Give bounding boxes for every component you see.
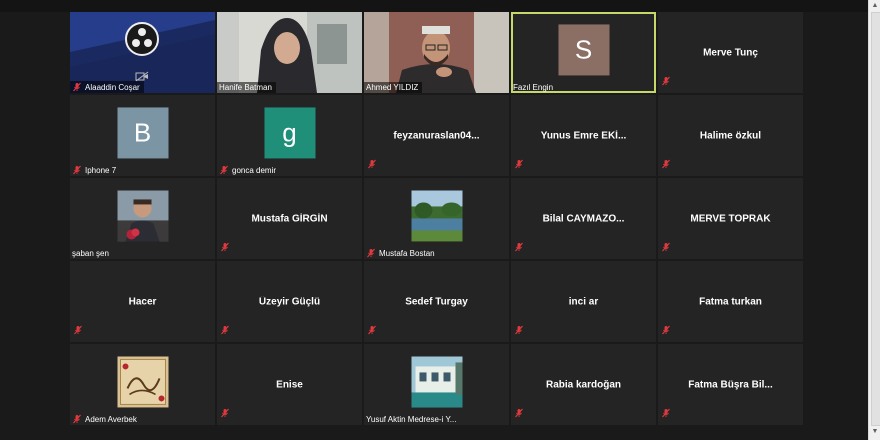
- microphone-muted-icon: [662, 76, 670, 86]
- microphone-muted-icon: [220, 165, 228, 175]
- vertical-scrollbar[interactable]: ▲ ▼: [868, 0, 880, 440]
- participant-label: Iphone 7: [70, 164, 120, 176]
- participant-label: gonca demir: [217, 164, 280, 176]
- participant-tile[interactable]: Yunus Emre EKİ...: [511, 95, 656, 176]
- participant-tile[interactable]: Hanife Batman: [217, 12, 362, 93]
- microphone-muted-icon: [368, 325, 376, 335]
- participant-name: Yusuf Aktin Medrese-i Y...: [366, 415, 457, 424]
- participant-tile[interactable]: Adem Averbek: [70, 344, 215, 425]
- meeting-top-bar: [0, 0, 868, 12]
- meeting-window: Alaaddin Coşar Hanife Batman Ahmed YILDIZ S…: [0, 0, 868, 440]
- participant-name: Fatma Büşra Bil...: [688, 379, 773, 390]
- participant-tile[interactable]: Üzeyir Güçlü: [217, 261, 362, 342]
- participant-name: Rabia kardoğan: [545, 379, 622, 390]
- participant-tile[interactable]: Alaaddin Coşar: [70, 12, 215, 93]
- microphone-muted-icon: [515, 408, 523, 418]
- participant-name: Merve Tunç: [703, 47, 758, 58]
- participant-name: Enise: [276, 379, 303, 390]
- scroll-up-arrow-icon[interactable]: ▲: [871, 2, 879, 10]
- microphone-muted-icon: [221, 408, 229, 418]
- scroll-down-arrow-icon[interactable]: ▼: [871, 428, 879, 436]
- participant-name: Yunus Emre EKİ...: [540, 130, 627, 141]
- participant-name: Fatma turkan: [699, 296, 762, 307]
- participant-tile[interactable]: Merve Tunç: [658, 12, 803, 93]
- participant-name: Üzeyir Güçlü: [258, 296, 321, 307]
- microphone-muted-icon: [368, 159, 376, 169]
- profile-picture: [411, 355, 462, 407]
- participant-tile[interactable]: feyzanuraslan04...: [364, 95, 509, 176]
- participant-name: gonca demir: [232, 165, 277, 175]
- gallery-view-grid: Alaaddin Coşar Hanife Batman Ahmed YILDIZ S…: [70, 12, 803, 426]
- participant-tile[interactable]: inci ar: [511, 261, 656, 342]
- microphone-muted-icon: [662, 159, 670, 169]
- participant-tile[interactable]: Ahmed YILDIZ: [364, 12, 509, 93]
- participant-name: MERVE TOPRAK: [690, 213, 771, 224]
- participant-label: Hanife Batman: [217, 82, 276, 93]
- participant-name: Mustafa GİRGİN: [251, 213, 328, 224]
- participant-label: Adem Averbek: [70, 413, 141, 425]
- participant-tile[interactable]: şaban şen: [70, 178, 215, 259]
- participant-tile[interactable]: g gonca demir: [217, 95, 362, 176]
- microphone-muted-icon: [515, 325, 523, 335]
- microphone-muted-icon: [221, 242, 229, 252]
- participant-tile[interactable]: Fatma turkan: [658, 261, 803, 342]
- participant-tile[interactable]: Halime özkul: [658, 95, 803, 176]
- microphone-muted-icon: [662, 408, 670, 418]
- profile-picture: [117, 189, 168, 241]
- participant-name: Mustafa Bostan: [379, 248, 435, 258]
- microphone-muted-icon: [74, 325, 82, 335]
- participant-label: Alaaddin Coşar: [70, 81, 144, 93]
- participant-label: Yusuf Aktin Medrese-i Y...: [364, 414, 460, 425]
- participant-label: şaban şen: [70, 248, 113, 259]
- scrollbar-thumb[interactable]: [871, 12, 880, 426]
- participant-name: Hacer: [128, 296, 157, 307]
- participant-tile[interactable]: Rabia kardoğan: [511, 344, 656, 425]
- participant-label: Mustafa Bostan: [364, 247, 439, 259]
- avatar: g: [264, 106, 315, 158]
- microphone-muted-icon: [367, 248, 375, 258]
- participant-name: Halime özkul: [699, 130, 762, 141]
- profile-picture: [117, 355, 168, 407]
- participant-name: Iphone 7: [85, 165, 117, 175]
- microphone-muted-icon: [73, 165, 81, 175]
- participant-tile[interactable]: Mustafa GİRGİN: [217, 178, 362, 259]
- microphone-muted-icon: [73, 414, 81, 424]
- video-off-icon: [135, 69, 149, 82]
- participant-tile[interactable]: Enise: [217, 344, 362, 425]
- participant-name: Hanife Batman: [219, 83, 272, 92]
- microphone-muted-icon: [221, 325, 229, 335]
- participant-name: inci ar: [568, 296, 599, 307]
- avatar: S: [558, 23, 609, 75]
- microphone-muted-icon: [662, 325, 670, 335]
- participant-name: Bilal CAYMAZO...: [542, 213, 625, 224]
- participant-name: Alaaddin Coşar: [85, 82, 140, 92]
- participant-label: Fazıl Engin: [511, 82, 557, 93]
- microphone-muted-icon: [73, 82, 81, 92]
- participant-tile[interactable]: Yusuf Aktin Medrese-i Y...: [364, 344, 509, 425]
- participant-tile[interactable]: Hacer: [70, 261, 215, 342]
- participant-tile[interactable]: MERVE TOPRAK: [658, 178, 803, 259]
- participant-tile[interactable]: S Fazıl Engin: [511, 12, 656, 93]
- participant-label: Ahmed YILDIZ: [364, 82, 423, 93]
- microphone-muted-icon: [515, 242, 523, 252]
- participant-name: Fazıl Engin: [513, 83, 554, 92]
- participant-name: şaban şen: [72, 249, 109, 258]
- participant-tile[interactable]: Bilal CAYMAZO...: [511, 178, 656, 259]
- profile-picture: [411, 189, 462, 241]
- microphone-muted-icon: [515, 159, 523, 169]
- participant-tile[interactable]: Mustafa Bostan: [364, 178, 509, 259]
- participant-tile[interactable]: B Iphone 7: [70, 95, 215, 176]
- participant-name: Ahmed YILDIZ: [366, 83, 419, 92]
- microphone-muted-icon: [662, 242, 670, 252]
- participant-tile[interactable]: Fatma Büşra Bil...: [658, 344, 803, 425]
- avatar: B: [117, 106, 168, 158]
- participant-name: Sedef Turgay: [405, 296, 468, 307]
- participant-tile[interactable]: Sedef Turgay: [364, 261, 509, 342]
- participant-name: feyzanuraslan04...: [393, 130, 480, 141]
- participant-name: Adem Averbek: [85, 414, 137, 424]
- obs-logo-icon: [125, 22, 159, 56]
